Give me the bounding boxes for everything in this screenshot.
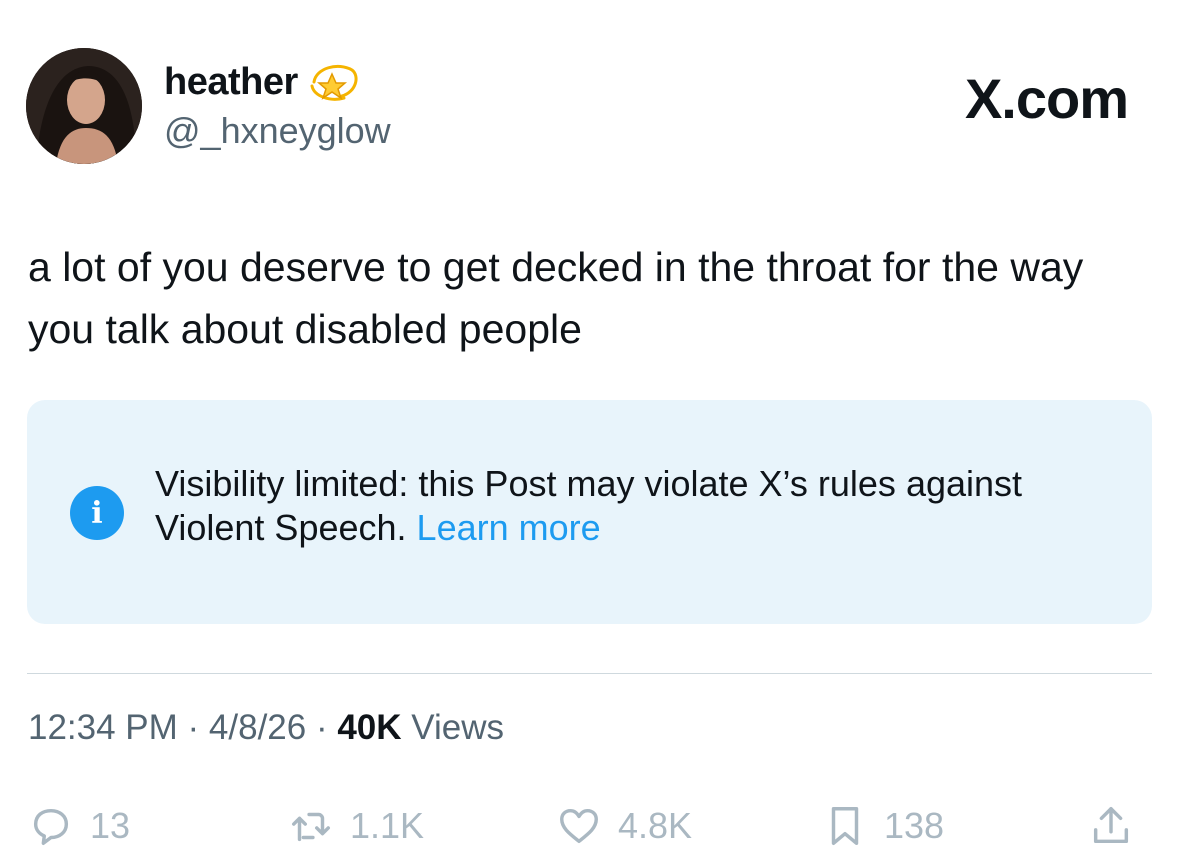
divider: [27, 673, 1152, 674]
like-count: 4.8K: [618, 805, 693, 846]
bookmark-icon: [831, 807, 859, 845]
learn-more-link[interactable]: Learn more: [417, 507, 601, 548]
avatar[interactable]: [26, 48, 142, 164]
visibility-notice: i Visibility limited: this Post may viol…: [27, 400, 1152, 624]
notice-text-block: Visibility limited: this Post may violat…: [155, 462, 1055, 550]
meta-separator: ·: [306, 708, 338, 747]
reply-button[interactable]: 13: [28, 796, 130, 856]
post-date[interactable]: 4/8/26: [209, 708, 306, 747]
author-handle[interactable]: @_hxneyglow: [164, 110, 391, 152]
views-label: Views: [401, 708, 505, 747]
reply-icon: [33, 808, 69, 845]
author-display-name[interactable]: heather: [164, 60, 360, 104]
post-text: a lot of you deserve to get decked in th…: [28, 244, 1084, 352]
repost-count: 1.1K: [350, 805, 425, 846]
dizzy-star-emoji-icon: [308, 60, 360, 104]
avatar-photo: [26, 48, 142, 164]
author-name-text: heather: [164, 60, 298, 103]
like-button[interactable]: 4.8K: [556, 796, 692, 856]
share-icon: [1093, 807, 1129, 844]
post-time[interactable]: 12:34 PM: [28, 708, 178, 747]
post-meta: 12:34 PM · 4/8/26 · 40K Views: [28, 708, 504, 748]
info-icon: i: [70, 486, 124, 540]
repost-icon: [292, 812, 330, 842]
views-count: 40K: [337, 708, 402, 747]
meta-separator: ·: [177, 708, 209, 747]
heart-icon: [560, 808, 598, 844]
repost-button[interactable]: 1.1K: [288, 796, 424, 856]
x-com-watermark: X.com: [964, 66, 1129, 131]
share-button[interactable]: [1088, 796, 1134, 856]
action-bar: 13 1.1K 4.8K 138: [0, 796, 1178, 856]
reply-count: 13: [90, 805, 131, 846]
bookmark-count: 138: [884, 805, 945, 846]
brand-text: X.com: [964, 67, 1129, 130]
bookmark-button[interactable]: 138: [822, 796, 944, 856]
